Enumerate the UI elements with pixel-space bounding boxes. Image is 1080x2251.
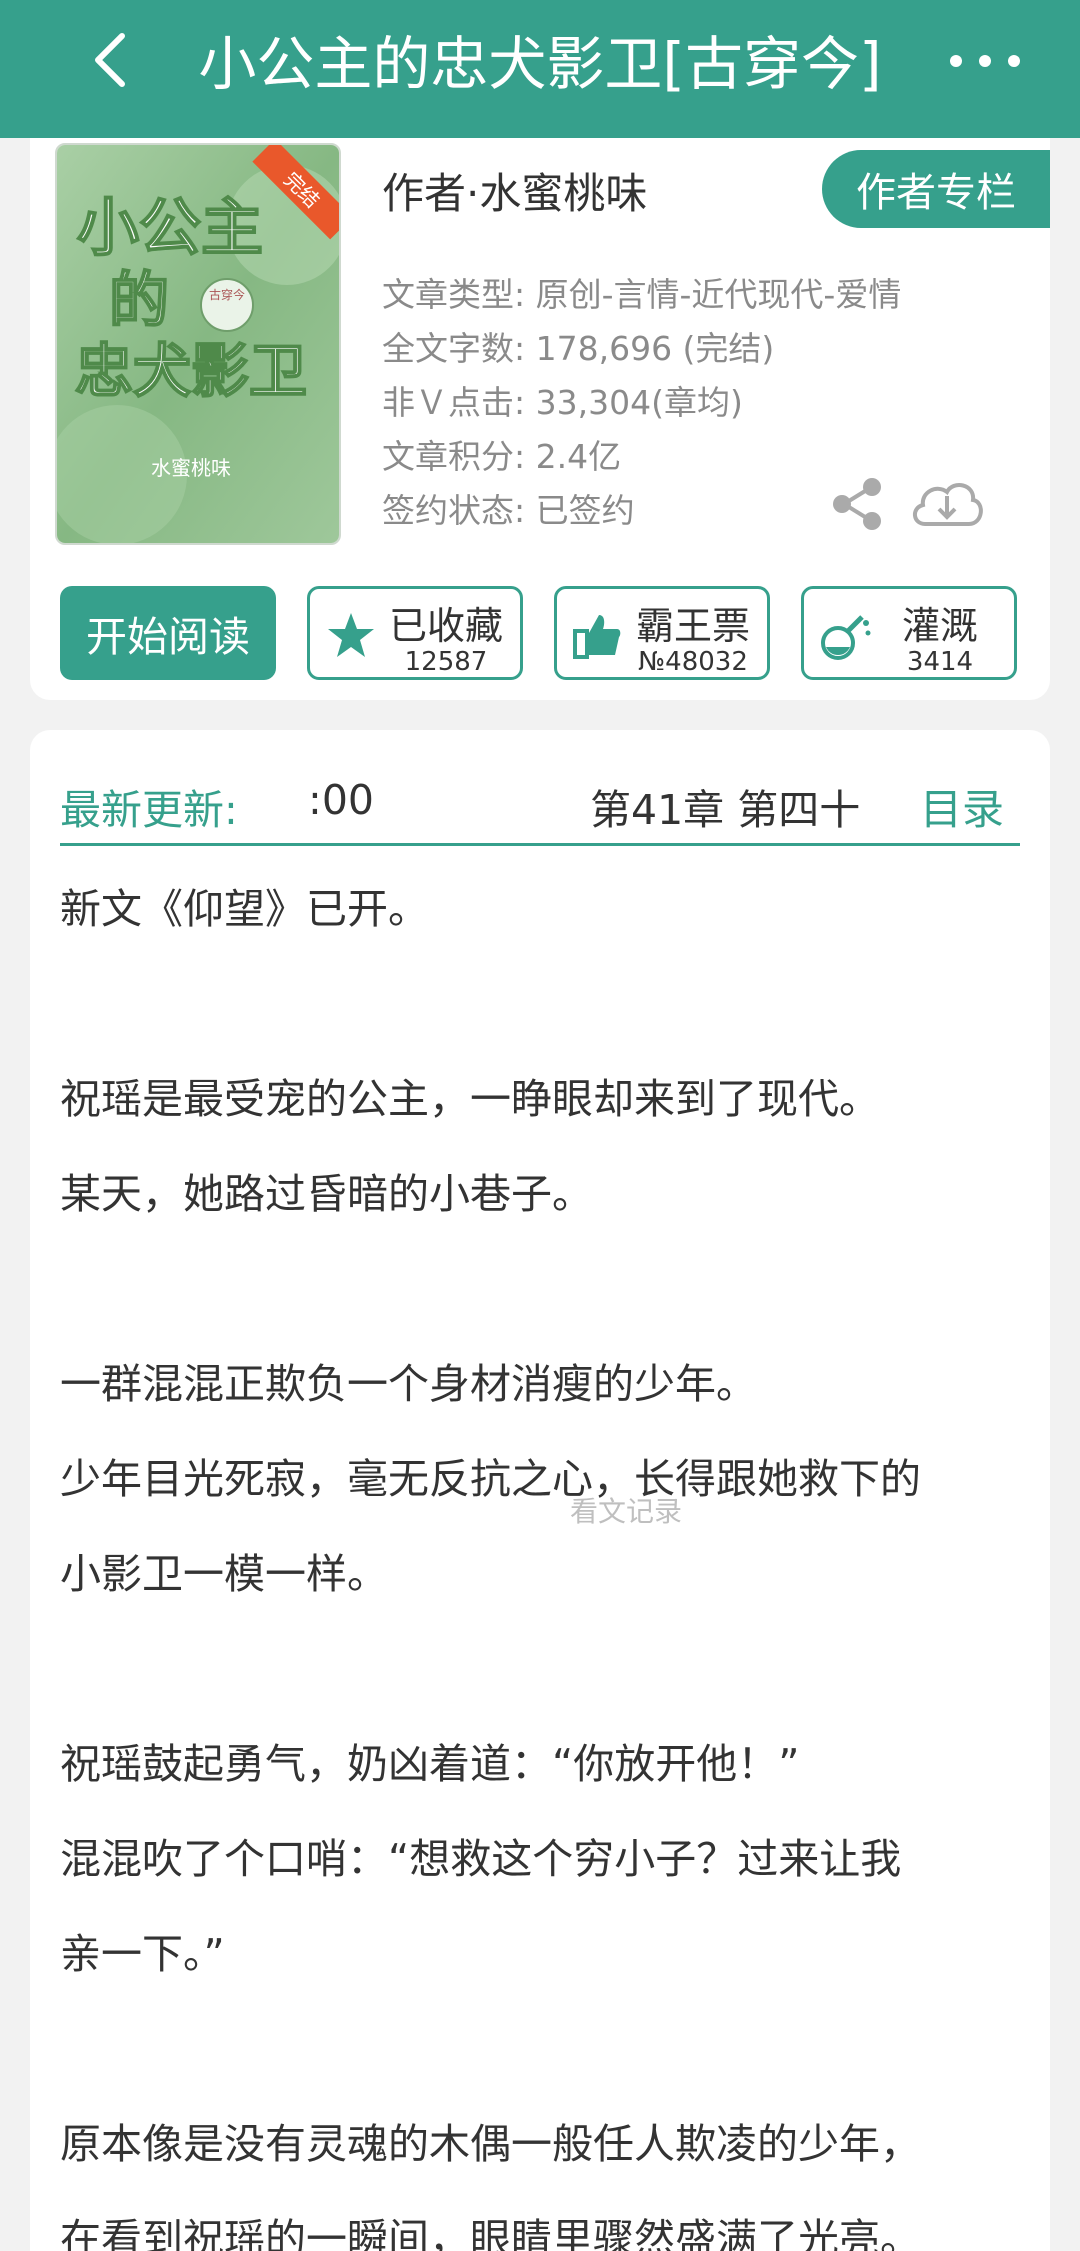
latest-update-time: :00 (308, 776, 374, 824)
catalog-link[interactable]: 目录 (920, 776, 1004, 837)
back-arrow-icon[interactable] (80, 30, 140, 90)
intro-line (60, 2002, 1020, 2097)
intro-line: 一群混混正欺负一个身材消瘦的少年。 (60, 1360, 757, 1408)
download-cloud-icon[interactable] (907, 472, 987, 532)
overlord-ticket-label: 霸王票 (635, 604, 750, 648)
watermark: 看文记录 (570, 1495, 683, 1528)
svg-text:的: 的 (109, 266, 169, 336)
intro-line: 新文《仰望》已开。 (60, 885, 429, 933)
intro-line (60, 957, 1020, 1052)
intro-line: 混混吹了个口哨：“想救这个穷小子？过来让我 (60, 1835, 902, 1883)
irrigate-button[interactable]: 灌溉 3414 (801, 586, 1017, 680)
author-name[interactable]: 作者·水蜜桃味 (382, 160, 647, 221)
meta-genre: 文章类型: 原创-言情-近代现代-爱情 (382, 275, 902, 314)
intro-line: 某天，她路过昏暗的小巷子。 (60, 1170, 593, 1218)
book-info-card: 古穿今 小公主 的 忠犬影卫 水蜜桃味 完结 作者·水蜜桃味 作者专栏 文章类型… (30, 138, 1050, 700)
flask-icon (818, 609, 872, 663)
intro-line: 小影卫一模一样。 (60, 1550, 388, 1598)
book-cover[interactable]: 古穿今 小公主 的 忠犬影卫 水蜜桃味 完结 (55, 143, 341, 545)
thumbs-up-icon (571, 609, 625, 663)
top-bar: 小公主的忠犬影卫[古穿今] (0, 0, 1080, 138)
meta-word-count: 全文字数: 178,696 (完结) (382, 329, 775, 368)
intro-line: 原本像是没有灵魂的木偶一般任人欺凌的少年， (60, 2120, 921, 2168)
book-meta: 文章类型: 原创-言情-近代现代-爱情 全文字数: 178,696 (完结) 非… (382, 268, 901, 538)
share-icon[interactable] (830, 476, 886, 532)
more-menu-icon[interactable] (950, 36, 1020, 86)
content-card: 最新更新: :00 第41章 第四十 目录 新文《仰望》已开。 祝瑶是最受宠的公… (30, 730, 1050, 2251)
intro-line: 在看到祝瑶的一瞬间，眼睛里骤然盛满了光亮。 (60, 2215, 921, 2251)
intro-line (60, 1242, 1020, 1337)
intro-line: 祝瑶鼓起勇气，奶凶着道：“你放开他！” (60, 1740, 800, 1788)
author-column-button[interactable]: 作者专栏 (822, 150, 1050, 228)
book-intro: 新文《仰望》已开。 祝瑶是最受宠的公主，一睁眼却来到了现代。 某天，她路过昏暗的… (60, 862, 1020, 2251)
overlord-ticket-count: №48032 (638, 647, 748, 677)
svg-text:水蜜桃味: 水蜜桃味 (151, 456, 231, 480)
latest-chapter[interactable]: 第41章 第四十 (590, 776, 860, 836)
meta-clicks: 非Ｖ点击: 33,304(章均) (382, 383, 743, 422)
irrigate-label: 灌溉 (901, 604, 978, 648)
svg-text:小公主: 小公主 (77, 191, 263, 264)
intro-line: 少年目光死寂，毫无反抗之心，长得跟她救下的 (60, 1455, 921, 1503)
latest-update-label: 最新更新: (60, 786, 238, 834)
svg-text:忠犬影卫: 忠犬影卫 (75, 337, 307, 405)
irrigate-count: 3414 (906, 647, 974, 677)
meta-contract: 签约状态: 已签约 (382, 491, 635, 530)
intro-line: 亲一下。” (60, 1930, 225, 1978)
intro-line: 祝瑶是最受宠的公主，一睁眼却来到了现代。 (60, 1075, 880, 1123)
overlord-ticket-button[interactable]: 霸王票 №48032 (554, 586, 770, 680)
start-reading-button[interactable]: 开始阅读 (60, 586, 276, 680)
page-title: 小公主的忠犬影卫[古穿今] (198, 30, 882, 98)
intro-line (60, 1622, 1020, 1717)
meta-score: 文章积分: 2.4亿 (382, 437, 622, 476)
favorite-count: 12587 (404, 647, 488, 677)
star-icon (324, 609, 378, 663)
favorite-label: 已收藏 (388, 604, 503, 648)
favorite-button[interactable]: 已收藏 12587 (307, 586, 523, 680)
latest-update-row[interactable]: 最新更新: :00 第41章 第四十 目录 (60, 750, 1020, 846)
cover-tag: 古穿今 (209, 287, 245, 302)
